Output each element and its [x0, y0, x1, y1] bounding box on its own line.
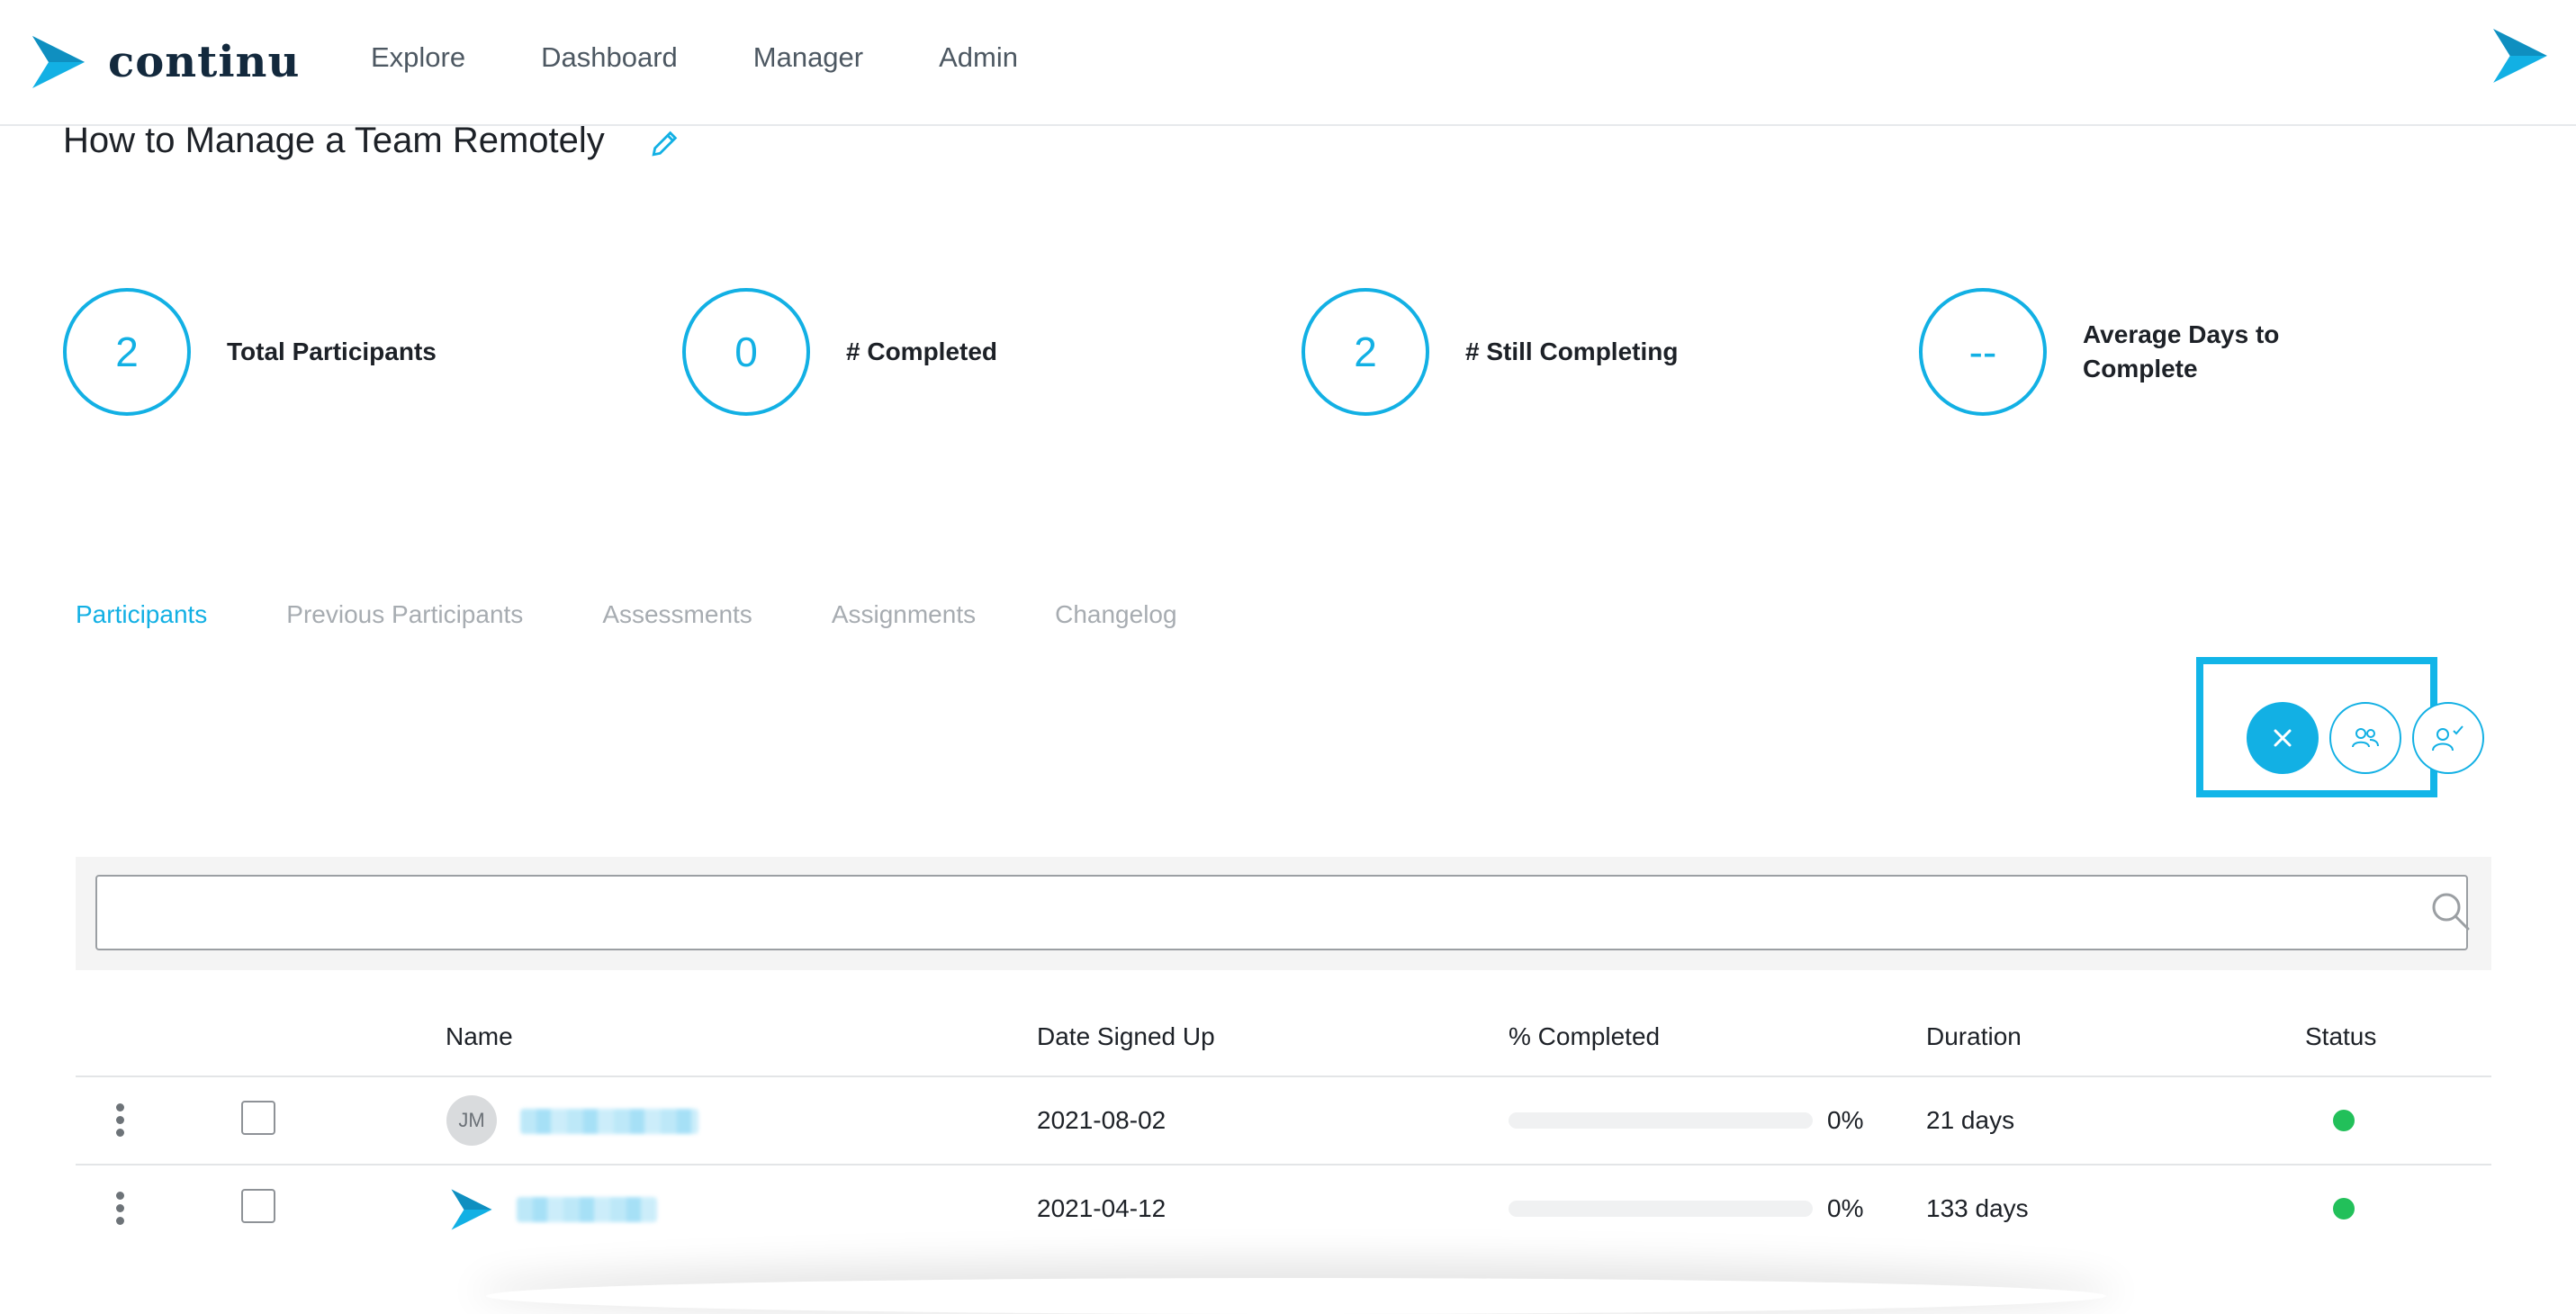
floating-panel-shadow	[486, 1278, 2106, 1314]
progress-bar	[1509, 1112, 1813, 1129]
stat-label: Total Participants	[227, 338, 437, 365]
row-checkbox[interactable]	[241, 1101, 275, 1135]
search-icon	[2432, 893, 2470, 931]
row-menu-button[interactable]	[116, 1192, 125, 1229]
percent-completed: 0%	[1827, 1194, 1864, 1222]
kebab-menu-icon	[116, 1192, 124, 1200]
table-divider	[76, 1076, 2491, 1077]
search-input[interactable]	[95, 875, 2468, 950]
assign-user-button[interactable]	[2412, 702, 2484, 774]
stat-value: 2	[1302, 288, 1429, 416]
nav-explore[interactable]: Explore	[371, 41, 465, 74]
participant-name-redacted[interactable]	[517, 1197, 657, 1222]
stat-average-days: -- Average Days to Complete	[1919, 288, 2317, 416]
avatar	[450, 1186, 493, 1238]
continu-logo-icon	[2493, 29, 2547, 83]
edit-title-button[interactable]	[650, 128, 680, 163]
status-indicator	[2333, 1198, 2355, 1220]
kebab-menu-icon	[116, 1103, 124, 1112]
close-icon	[2274, 729, 2292, 747]
stat-still-completing: 2 # Still Completing	[1302, 288, 1678, 416]
table-divider	[76, 1164, 2491, 1166]
duration: 133 days	[1926, 1194, 2029, 1222]
stat-total-participants: 2 Total Participants	[63, 288, 437, 416]
page-title: How to Manage a Team Remotely	[63, 121, 605, 160]
stat-label: # Still Completing	[1465, 338, 1679, 365]
tab-participants[interactable]: Participants	[76, 600, 207, 629]
brand-name: continu	[108, 37, 301, 87]
date-signed-up: 2021-08-02	[1037, 1106, 1166, 1134]
column-header-status[interactable]: Status	[2305, 1022, 2376, 1051]
search-button[interactable]	[2428, 889, 2472, 937]
top-navbar: continu Explore Dashboard Manager Admin	[0, 0, 2576, 126]
user-check-icon	[2432, 725, 2463, 752]
stat-label: # Completed	[846, 338, 998, 365]
date-signed-up: 2021-04-12	[1037, 1194, 1166, 1222]
stat-value: 0	[682, 288, 810, 416]
progress-bar	[1509, 1201, 1813, 1217]
close-button[interactable]	[2247, 702, 2319, 774]
stat-value: --	[1919, 288, 2047, 416]
tab-bar: Participants Previous Participants Asses…	[76, 600, 1256, 629]
brand-logo[interactable]: continu	[31, 32, 300, 92]
nav-dashboard[interactable]: Dashboard	[541, 41, 678, 74]
search-bar	[76, 857, 2491, 970]
column-header-duration[interactable]: Duration	[1926, 1022, 2022, 1051]
pencil-icon	[652, 130, 678, 157]
percent-completed: 0%	[1827, 1106, 1864, 1134]
continu-logo-icon	[451, 1189, 492, 1230]
column-header-date[interactable]: Date Signed Up	[1037, 1022, 1215, 1051]
action-buttons-highlight	[2196, 657, 2484, 797]
avatar: JM	[446, 1095, 497, 1146]
status-indicator	[2333, 1110, 2355, 1131]
groups-button[interactable]	[2329, 702, 2401, 774]
stat-value: 2	[63, 288, 191, 416]
nav-admin[interactable]: Admin	[939, 41, 1018, 74]
tab-assignments[interactable]: Assignments	[832, 600, 976, 629]
column-header-name[interactable]: Name	[446, 1022, 513, 1051]
column-header-percent[interactable]: % Completed	[1509, 1022, 1660, 1051]
row-checkbox[interactable]	[241, 1189, 275, 1223]
duration: 21 days	[1926, 1106, 2015, 1134]
tab-previous-participants[interactable]: Previous Participants	[286, 600, 523, 629]
main-nav: Explore Dashboard Manager Admin	[371, 41, 1094, 74]
group-icon	[2352, 728, 2379, 748]
stat-completed: 0 # Completed	[682, 288, 997, 416]
tab-assessments[interactable]: Assessments	[602, 600, 752, 629]
tab-changelog[interactable]: Changelog	[1055, 600, 1176, 629]
participant-name-redacted[interactable]	[520, 1109, 698, 1134]
corner-logo[interactable]	[2491, 25, 2549, 91]
stat-label: Average Days to Complete	[2083, 320, 2280, 382]
continu-logo-icon	[32, 36, 85, 88]
nav-manager[interactable]: Manager	[753, 41, 863, 74]
row-menu-button[interactable]	[116, 1103, 125, 1141]
